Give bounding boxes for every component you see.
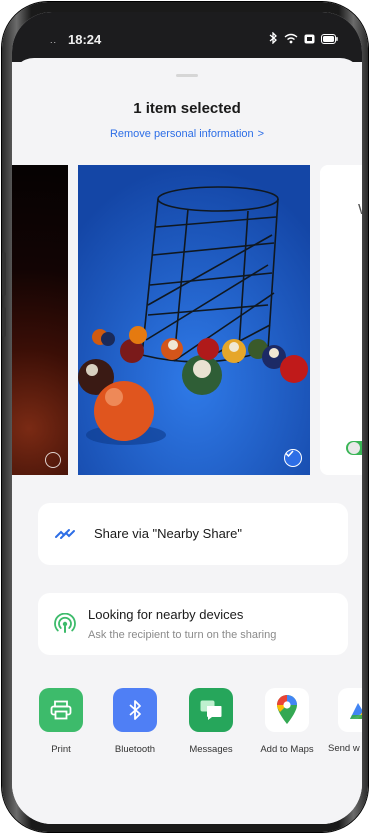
remove-personal-info-link[interactable]: Remove personal information > (12, 128, 362, 140)
nearby-share-icon (54, 523, 76, 545)
photo-carousel[interactable]: W c (12, 165, 362, 475)
app-print[interactable]: Print (26, 688, 96, 755)
app-add-to-maps-label: Add to Maps (260, 744, 314, 755)
app-messages[interactable]: Messages (176, 688, 246, 755)
photo-selected-billiards[interactable] (78, 165, 310, 475)
preview-toggle-knob (348, 442, 360, 454)
app-bluetooth[interactable]: Bluetooth (100, 688, 170, 755)
preview-text-fragment: W (358, 201, 362, 218)
status-time: 18:24 (68, 32, 102, 47)
battery-icon (321, 31, 338, 49)
phone-frame: .. 18:24 1 item selected Remove personal… (2, 2, 368, 832)
power-button (2, 307, 6, 337)
maps-pin-icon (265, 688, 309, 732)
files-icon (338, 688, 362, 732)
bluetooth-status-icon (269, 31, 278, 49)
photo-thumbnail-previous[interactable] (12, 165, 68, 475)
app-send-with-files-label: Send w Files a (328, 743, 362, 754)
app-print-label: Print (51, 744, 71, 755)
wifi-icon (284, 31, 298, 49)
photo-thumbnail-next[interactable]: W c (320, 165, 362, 475)
nearby-share-card[interactable]: Share via "Nearby Share" (38, 503, 348, 565)
select-circle-icon[interactable] (45, 452, 61, 468)
selected-check-icon[interactable] (284, 449, 302, 467)
nearby-devices-signal-icon (54, 613, 76, 635)
bluetooth-icon (113, 688, 157, 732)
remove-personal-info-label: Remove personal information (109, 128, 254, 140)
chevron-right-icon: > (257, 128, 265, 140)
app-send-with-files[interactable]: Send w Files a (328, 688, 362, 756)
share-sheet: 1 item selected Remove personal informat… (12, 58, 362, 824)
status-icons (269, 31, 338, 49)
app-bluetooth-label: Bluetooth (114, 744, 156, 755)
app-messages-label: Messages (189, 744, 233, 755)
selection-title: 1 item selected (133, 100, 241, 117)
looking-title: Looking for nearby devices (88, 607, 244, 622)
share-apps-row: Print Bluetooth Messages Add to Maps Sen… (12, 688, 362, 778)
printer-icon (39, 688, 83, 732)
looking-for-devices-card[interactable]: Looking for nearby devices Ask the recip… (38, 593, 348, 655)
sheet-drag-handle[interactable] (176, 74, 198, 77)
looking-subtitle: Ask the recipient to turn on the sharing (88, 629, 277, 641)
nearby-share-label: Share via "Nearby Share" (94, 526, 242, 541)
screen: .. 18:24 1 item selected Remove personal… (12, 12, 362, 824)
messages-icon (189, 688, 233, 732)
app-add-to-maps[interactable]: Add to Maps (252, 688, 322, 755)
status-bar: .. 18:24 (12, 12, 362, 62)
billiards-photo-image (78, 165, 310, 475)
volume-button (2, 252, 6, 296)
status-indicator: .. (50, 35, 58, 45)
sim-icon (304, 31, 315, 49)
